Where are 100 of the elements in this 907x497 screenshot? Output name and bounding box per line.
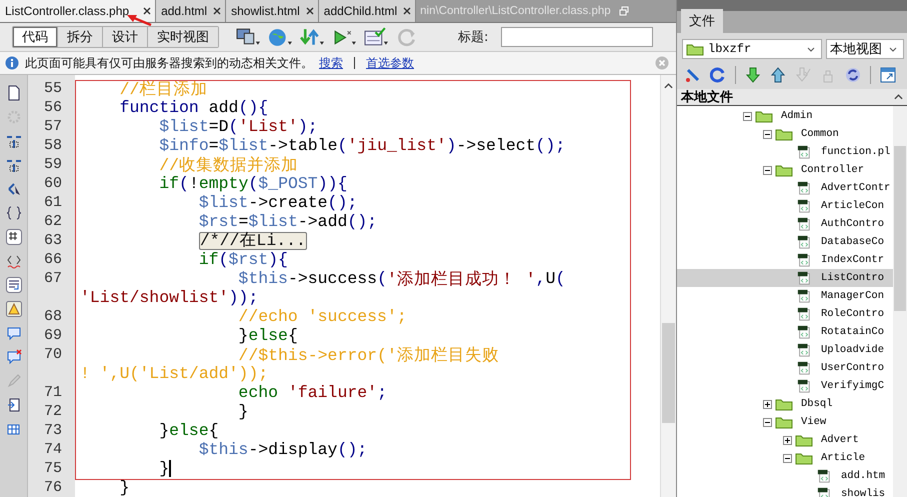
tree-label: RotatainCo	[821, 326, 884, 338]
document-tab[interactable]: add.html	[156, 0, 226, 22]
collapse-icon[interactable]	[763, 418, 772, 426]
code-line: ! ',U('List/add'));	[80, 364, 268, 383]
line-number: 61	[42, 194, 62, 211]
restore-icon[interactable]	[618, 6, 629, 16]
folder-icon	[795, 433, 813, 447]
select-icon[interactable]	[6, 181, 22, 197]
tree-item[interactable]: AuthContro	[677, 215, 893, 233]
transfer-arrows-icon[interactable]	[300, 26, 325, 48]
line-number: 76	[42, 479, 62, 496]
up-arrow-icon[interactable]	[770, 67, 786, 83]
info-link[interactable]: 首选参数	[366, 54, 414, 72]
check-out-icon[interactable]	[795, 67, 811, 83]
globe-icon[interactable]	[268, 26, 293, 48]
line-number: 59	[42, 156, 62, 173]
line-number: 70	[42, 346, 62, 363]
code-line: $this->success('添加栏目成功！ ',U(	[237, 268, 566, 290]
scroll-up-icon[interactable]	[664, 83, 673, 89]
tree-item[interactable]: Advert	[677, 431, 893, 449]
info-link[interactable]: 搜索	[319, 54, 343, 72]
tree-item[interactable]: AdvertContr	[677, 179, 893, 197]
tree-item[interactable]: Admin	[677, 107, 893, 125]
tree-item[interactable]: ArticleCon	[677, 197, 893, 215]
tree-label: RoleContro	[821, 308, 884, 320]
plug-icon[interactable]	[685, 67, 701, 83]
scrollbar-thumb[interactable]	[894, 146, 906, 311]
panel-tab[interactable]: 文件	[681, 9, 723, 33]
collapse-icon[interactable]	[6, 157, 22, 173]
collapse-icon[interactable]	[763, 130, 772, 138]
line-number: 63	[42, 232, 62, 249]
collapse-icon[interactable]	[783, 454, 792, 462]
page-icon[interactable]	[6, 85, 22, 101]
tree-item[interactable]: Common	[677, 125, 893, 143]
document-tab[interactable]: ListController.class.php	[0, 0, 156, 22]
tree-item[interactable]: Dbsql	[677, 395, 893, 413]
code-line: }	[158, 459, 172, 478]
line-number: 66	[42, 251, 62, 268]
info-message: 此页面可能具有仅可由服务器搜索到的动态相关文件。	[25, 54, 313, 72]
sync-icon[interactable]	[845, 67, 861, 83]
tree-item[interactable]: UserContro	[677, 359, 893, 377]
close-icon[interactable]	[306, 7, 314, 15]
collapse-icon[interactable]	[743, 112, 752, 120]
code-line: echo 'failure';	[237, 383, 387, 402]
scroll-up-icon[interactable]	[894, 94, 903, 100]
comment-icon[interactable]	[6, 325, 22, 341]
tree-item[interactable]: ManagerCon	[677, 287, 893, 305]
view-button[interactable]: 设计	[103, 27, 148, 47]
panel-header: 本地文件	[681, 88, 733, 106]
view-button[interactable]: 实时视图	[148, 27, 218, 47]
tree-item[interactable]: VerifyimgC	[677, 377, 893, 395]
expand-icon[interactable]	[6, 133, 22, 149]
indent-icon[interactable]	[6, 397, 22, 413]
multiscreen-icon[interactable]	[236, 26, 261, 48]
close-icon[interactable]	[403, 7, 412, 15]
down-arrow-icon[interactable]	[745, 67, 761, 83]
tree-label: function.pl	[821, 146, 890, 158]
site-dropdown[interactable]: lbxzfr	[682, 39, 822, 59]
folder-icon	[775, 163, 793, 177]
hash-icon[interactable]	[6, 229, 22, 245]
brace-icon[interactable]	[6, 205, 22, 221]
uncomment-icon[interactable]	[6, 349, 22, 365]
tree-item[interactable]: Uploadvide	[677, 341, 893, 359]
code-line: $this->display();	[198, 440, 368, 459]
tree-item[interactable]: showlis	[677, 485, 893, 497]
tree-item[interactable]: RotatainCo	[677, 323, 893, 341]
document-path: nin\Controller\ListController.class.php	[419, 5, 611, 17]
tree-item[interactable]: ListContro	[677, 269, 893, 287]
view-button[interactable]: 拆分	[58, 27, 103, 47]
scrollbar-thumb[interactable]	[662, 323, 675, 423]
expand-panel-icon[interactable]	[880, 67, 896, 83]
wrap-icon[interactable]	[6, 277, 22, 293]
tree-item[interactable]: function.pl	[677, 143, 893, 161]
document-tab[interactable]: showlist.html	[226, 0, 319, 22]
line-number: 60	[42, 175, 62, 192]
title-input[interactable]	[501, 27, 654, 47]
tag-icon[interactable]	[6, 253, 22, 269]
tree-item[interactable]: Controller	[677, 161, 893, 179]
tree-item[interactable]: add.htm	[677, 467, 893, 485]
view-dropdown[interactable]: 本地视图	[826, 39, 904, 59]
line-number: 69	[42, 327, 62, 344]
checklist-icon[interactable]	[364, 26, 389, 48]
refresh-icon[interactable]	[710, 67, 726, 83]
view-button[interactable]: 代码	[13, 27, 58, 47]
collapse-icon[interactable]	[763, 166, 772, 174]
expand-icon[interactable]	[783, 436, 792, 444]
expand-icon[interactable]	[763, 400, 772, 408]
tree-item[interactable]: DatabaseCo	[677, 233, 893, 251]
warn-icon[interactable]	[6, 301, 22, 317]
tree-item[interactable]: Article	[677, 449, 893, 467]
close-icon[interactable]	[143, 7, 152, 15]
tree-label: Controller	[801, 164, 864, 176]
code-line: $info=$list->table('jiu_list')->select();	[158, 136, 566, 155]
tree-item[interactable]: RoleContro	[677, 305, 893, 323]
folder-icon	[775, 397, 793, 411]
line-number: 57	[42, 118, 62, 135]
document-tab[interactable]: addChild.html	[318, 0, 416, 22]
close-icon[interactable]	[213, 7, 222, 15]
tree-item[interactable]: IndexContr	[677, 251, 893, 269]
tree-item[interactable]: View	[677, 413, 893, 431]
